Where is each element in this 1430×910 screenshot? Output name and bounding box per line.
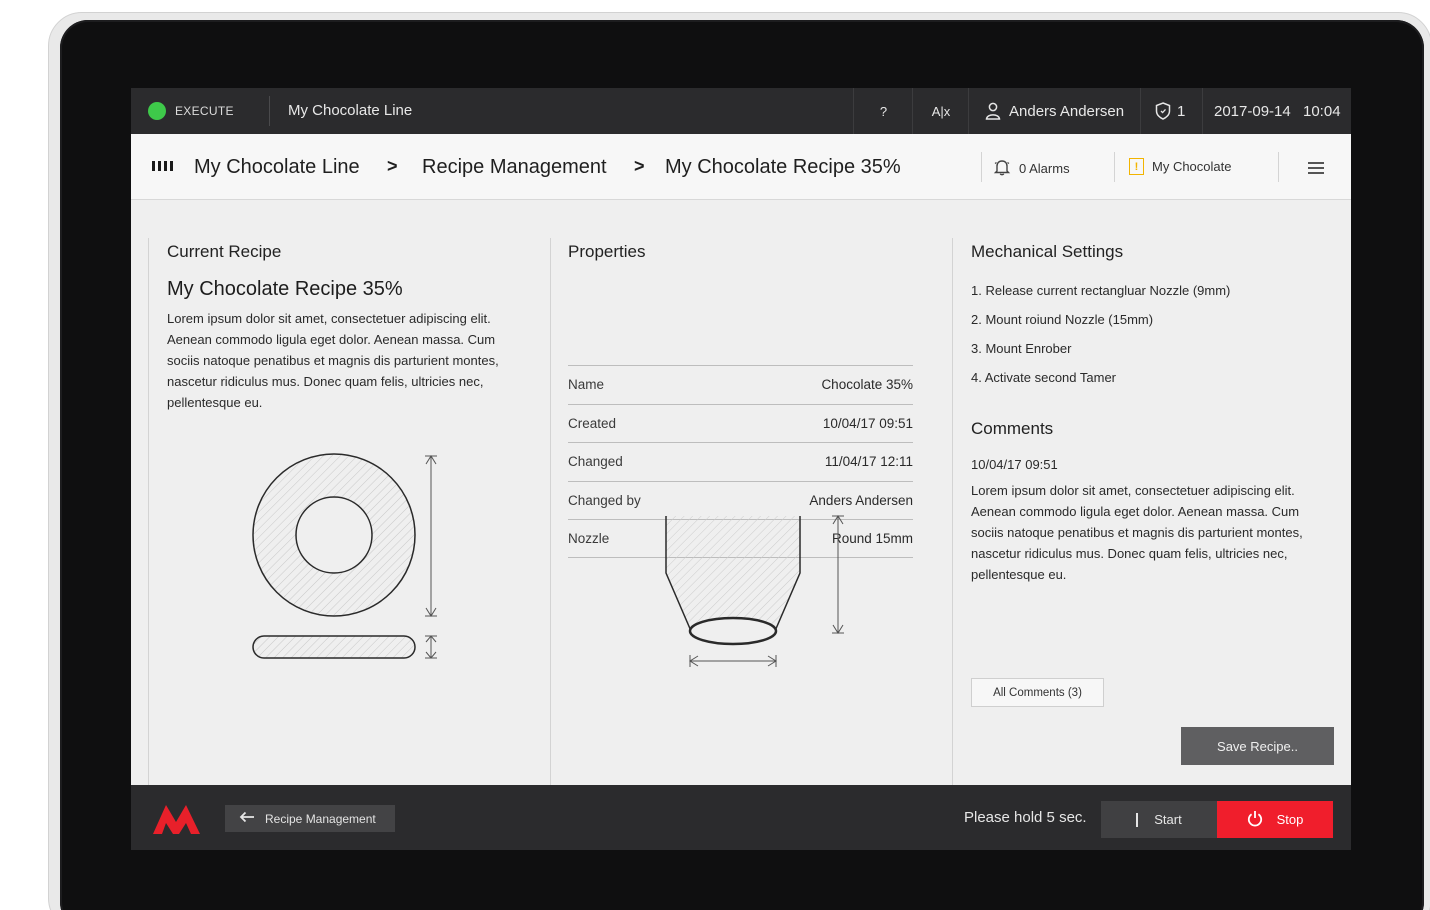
date: 2017-09-14 [1214, 102, 1291, 120]
language-button[interactable]: A|x [912, 88, 968, 134]
alarms-label: 0 Alarms [1019, 161, 1070, 176]
warning-label: My Chocolate [1152, 159, 1232, 174]
breadcrumb-chevron-icon: > [634, 156, 645, 176]
alarms-button[interactable]: 0 Alarms [993, 158, 1070, 179]
back-to-recipe-management-button[interactable]: Recipe Management [225, 805, 395, 832]
current-recipe-title: Current Recipe [167, 242, 282, 261]
hold-instruction: Please hold 5 sec. [964, 809, 1087, 826]
breadcrumb-item-current-recipe: My Chocolate Recipe 35% [665, 156, 901, 178]
properties-title: Properties [568, 242, 646, 261]
list-item: 1. Release current rectangluar Nozzle (9… [971, 283, 1231, 298]
list-item: 3. Mount Enrober [971, 341, 1072, 356]
user-button[interactable]: Anders Andersen [968, 88, 1140, 134]
property-value: Anders Andersen [809, 492, 913, 508]
hamburger-icon[interactable] [1308, 162, 1324, 177]
stop-button[interactable]: Stop [1217, 801, 1333, 838]
property-value: 11/04/17 12:11 [824, 454, 913, 470]
save-recipe-button[interactable]: Save Recipe.. [1181, 727, 1334, 765]
header-bar: My Chocolate Line > Recipe Management > … [131, 134, 1351, 200]
breadcrumb-chevron-icon: > [387, 156, 398, 176]
warning-icon: ! [1129, 158, 1144, 175]
user-icon [983, 88, 1003, 134]
recipe-name: My Chocolate Recipe 35% [167, 278, 403, 300]
line-name: My Chocolate Line [288, 102, 413, 119]
list-item: 4. Activate second Tamer [971, 370, 1117, 385]
security-button[interactable]: 1 [1140, 88, 1202, 134]
panel-divider [952, 238, 953, 798]
property-label: Nozzle [568, 530, 610, 546]
property-label: Name [568, 377, 605, 393]
time: 10:04 [1303, 102, 1341, 120]
execute-status-label: EXECUTE [175, 104, 234, 118]
mechanical-settings-title: Mechanical Settings [971, 242, 1124, 261]
execute-status-indicator [148, 102, 166, 120]
property-label: Changed by [568, 492, 641, 508]
table-row: Changed 11/04/17 12:11 [568, 442, 913, 481]
user-name: Anders Andersen [1009, 102, 1125, 120]
bottom-bar: Recipe Management Please hold 5 sec. Sta… [131, 785, 1351, 850]
panel-divider [148, 238, 149, 798]
back-button-label: Recipe Management [265, 811, 376, 826]
shield-icon [1153, 88, 1173, 134]
warning-button[interactable]: ! My Chocolate [1129, 158, 1231, 175]
property-label: Created [568, 415, 617, 431]
property-value: Chocolate 35% [821, 377, 913, 393]
line-overview-icon[interactable] [152, 161, 173, 171]
panel-divider [550, 238, 551, 798]
comments-title: Comments [971, 419, 1054, 438]
divider [1114, 152, 1115, 182]
arrow-left-icon [239, 811, 255, 826]
comment-date: 10/04/17 09:51 [971, 457, 1058, 472]
product-shape-diagram [252, 453, 437, 659]
table-row: Name Chocolate 35% [568, 365, 913, 404]
breadcrumb-item-line[interactable]: My Chocolate Line [194, 156, 360, 179]
company-logo [153, 805, 200, 834]
list-item: 2. Mount roiund Nozzle (15mm) [971, 312, 1154, 327]
divider [981, 152, 982, 182]
power-icon [1247, 810, 1263, 830]
security-count: 1 [1177, 102, 1186, 120]
start-icon [1136, 812, 1139, 827]
comment-text: Lorem ipsum dolor sit amet, consectetuer… [971, 483, 1303, 582]
stop-label: Stop [1276, 812, 1304, 827]
datetime: 2017-09-14 10:04 [1202, 88, 1351, 134]
help-button[interactable]: ? [853, 88, 912, 134]
breadcrumb-item-recipe-management[interactable]: Recipe Management [422, 156, 607, 179]
nozzle-diagram [665, 515, 844, 667]
all-comments-button[interactable]: All Comments (3) [971, 678, 1104, 707]
start-button[interactable]: Start [1101, 801, 1217, 838]
mechanical-settings-panel: Mechanical Settings 1. Release current r… [971, 200, 1316, 740]
start-label: Start [1154, 812, 1182, 827]
status-bar: EXECUTE My Chocolate Line ? A|x Anders A… [131, 88, 1351, 134]
language-icon: A|x [931, 103, 951, 119]
recipe-description: Lorem ipsum dolor sit amet, consectetuer… [167, 311, 499, 410]
help-icon: ? [879, 103, 888, 119]
bell-icon [993, 158, 1011, 179]
table-row: Created 10/04/17 09:51 [568, 403, 913, 443]
hmi-screen: EXECUTE My Chocolate Line ? A|x Anders A… [131, 88, 1351, 850]
property-label: Changed [568, 454, 623, 470]
divider [269, 96, 270, 126]
divider [1278, 152, 1279, 182]
mechanical-steps-list: 1. Release current rectangluar Nozzle (9… [971, 283, 1316, 399]
property-value: 10/04/17 09:51 [822, 415, 913, 431]
